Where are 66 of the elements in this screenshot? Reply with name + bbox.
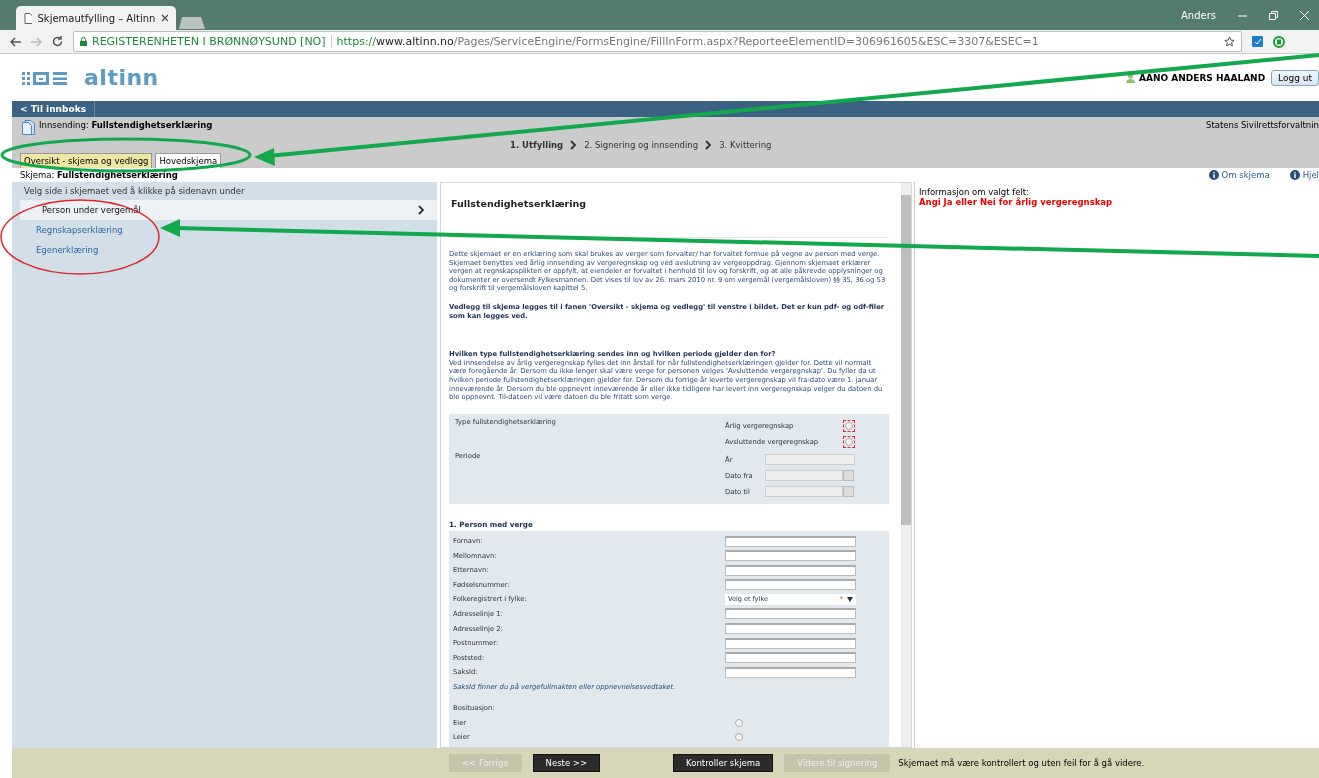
- chevron-icon: [418, 205, 425, 215]
- input-field[interactable]: [725, 550, 856, 562]
- extension-icon[interactable]: [1252, 36, 1263, 47]
- submission-title: Innsending: Fullstendighetserklæring: [39, 120, 213, 130]
- schema-title: Skjema: Fullstendighetserklæring: [20, 170, 178, 180]
- help-link[interactable]: Hjel: [1289, 170, 1319, 180]
- star-icon[interactable]: [1224, 36, 1235, 47]
- sidebar-item[interactable]: Regnskapserklæring: [12, 220, 437, 240]
- reload-icon[interactable]: [52, 36, 63, 47]
- radio-button[interactable]: [735, 733, 743, 742]
- scrollbar[interactable]: [901, 183, 911, 747]
- input-field[interactable]: [725, 623, 856, 635]
- progress-step: 2. Signering og innsending: [584, 140, 699, 150]
- date-field[interactable]: [765, 486, 843, 498]
- form-tab[interactable]: Oversikt - skjema og vedlegg: [20, 153, 153, 168]
- input-field[interactable]: [725, 608, 856, 620]
- security-label: REGISTERENHETEN I BRØNNØYSUND [NO]: [92, 35, 326, 48]
- footer-note: Skjemaet må være kontrollert og uten feil for å gå videre.: [898, 758, 1145, 768]
- document-icon: [22, 120, 35, 135]
- form-title: Fullstendighetserklæring: [449, 193, 889, 238]
- progress-step: 3. Kvittering: [719, 140, 772, 150]
- footer-button[interactable]: Kontroller skjema: [673, 754, 774, 772]
- lock-icon: [80, 37, 87, 46]
- restore-icon[interactable]: [1269, 10, 1278, 20]
- input-field[interactable]: [725, 564, 856, 576]
- footer-button[interactable]: Neste >>: [532, 754, 601, 772]
- caret-icon: [847, 596, 853, 602]
- info-title: Informasjon om valgt felt:: [919, 187, 1030, 197]
- sidebar-hint: Velg side i skjemaet ved å klikke på sidenavn under: [23, 185, 246, 198]
- radio-button[interactable]: [735, 718, 743, 727]
- date-field[interactable]: [765, 470, 843, 482]
- logo-text: altinn: [84, 65, 159, 90]
- input-field[interactable]: [725, 535, 856, 547]
- progress-step: 1. Utfylling: [510, 140, 564, 150]
- user-name: AANO ANDERS HAALAND: [1139, 72, 1266, 83]
- browser-tab[interactable]: Skjemautfylling – Altinn: [16, 6, 176, 30]
- profile-name[interactable]: Anders: [1181, 9, 1216, 21]
- info-icon: [1208, 170, 1219, 180]
- input-field[interactable]: [725, 579, 856, 591]
- input-field[interactable]: [725, 666, 856, 678]
- input-field[interactable]: [765, 454, 855, 466]
- input-field[interactable]: [725, 652, 856, 664]
- user-icon: [1126, 72, 1136, 83]
- address-bar[interactable]: REGISTERENHETEN I BRØNNØYSUND [NO] https://www.altinn.no/Pages/ServiceEngine/FormsEngine/FillInForm.aspx?ReporteeElementID=306961605&ESC=3307&ESEC=1: [73, 31, 1242, 52]
- close-icon[interactable]: [161, 14, 168, 22]
- input-field[interactable]: [725, 637, 856, 649]
- new-tab-icon[interactable]: [178, 16, 206, 30]
- radio-button[interactable]: [843, 419, 855, 432]
- form-tab[interactable]: Hovedskjema: [155, 153, 222, 168]
- chevron-icon: [705, 140, 713, 150]
- radio-button[interactable]: [843, 435, 855, 448]
- help-link[interactable]: Om skjema: [1208, 170, 1270, 180]
- back-icon[interactable]: [10, 36, 21, 47]
- tab-title: Skjemautfylling – Altinn: [37, 12, 156, 24]
- info-icon: [1289, 170, 1300, 180]
- extension-icon[interactable]: [1273, 35, 1285, 48]
- forward-icon[interactable]: [31, 36, 42, 47]
- chevron-icon: [570, 140, 578, 150]
- info-message: Angi Ja eller Nei for årlig vergeregnskap: [919, 197, 1114, 207]
- sidebar-item[interactable]: Egenerklæring: [12, 240, 437, 260]
- logout-button[interactable]: Logg ut: [1271, 69, 1319, 86]
- calendar-icon[interactable]: [843, 470, 854, 482]
- page-icon: [24, 12, 32, 24]
- url-text: https://www.altinn.no/Pages/ServiceEngine/FormsEngine/FillInForm.aspx?ReporteeElementID=306961605&ESC=3307&ESEC=1: [330, 35, 1039, 48]
- agency-name: Statens Sivilrettsforvaltnin: [1206, 120, 1319, 130]
- calendar-icon[interactable]: [843, 486, 854, 498]
